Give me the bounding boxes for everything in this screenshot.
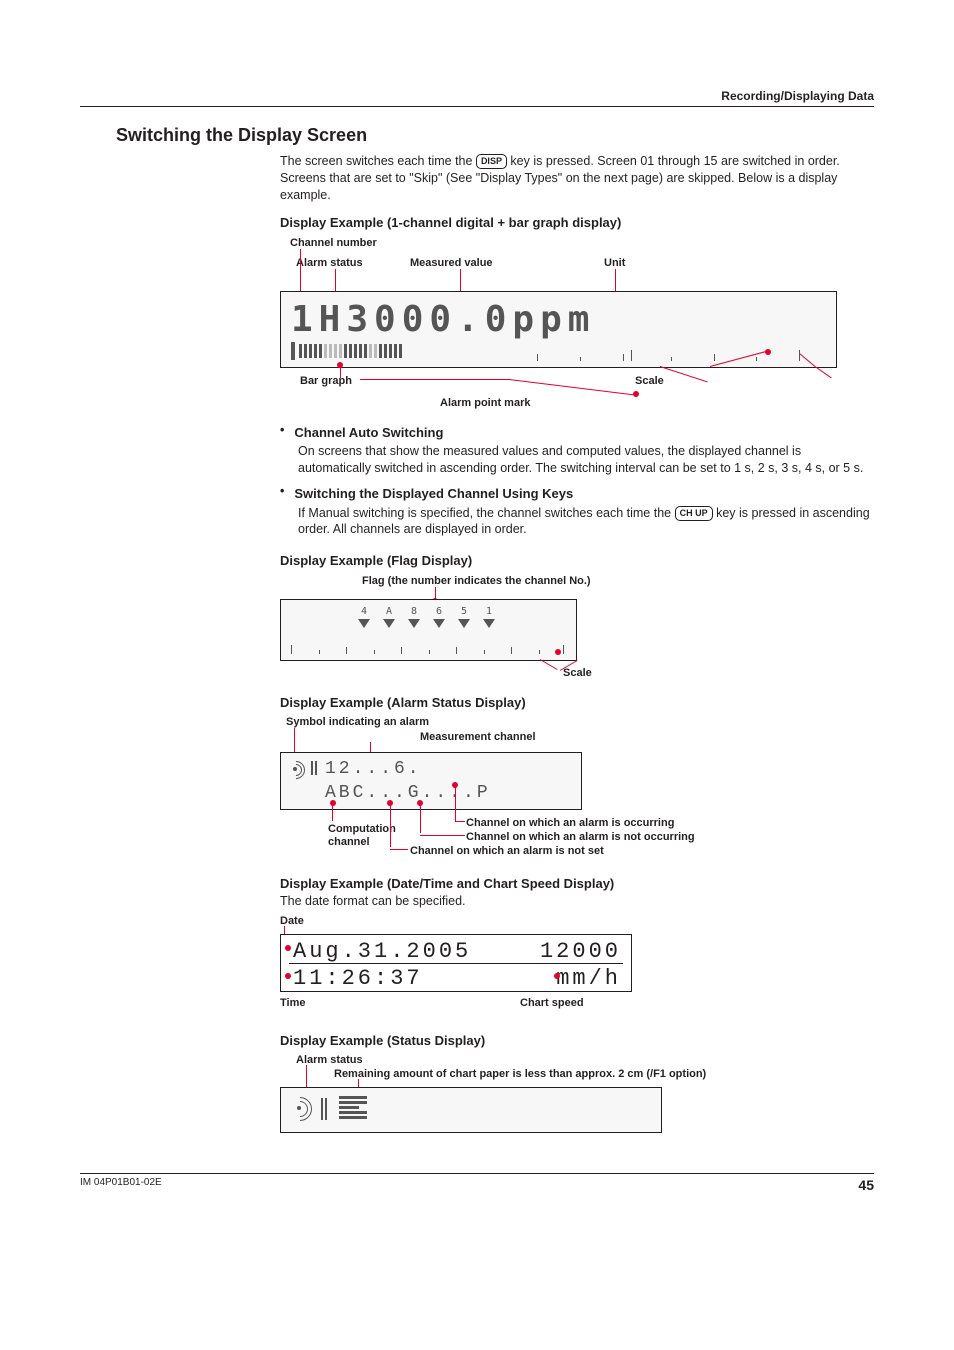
flag-num: 8 xyxy=(411,606,417,617)
label-chart-speed: Chart speed xyxy=(520,996,584,1011)
intro-paragraph: The screen switches each time the DISP k… xyxy=(280,153,870,204)
alarm-bell-icon xyxy=(287,761,305,779)
footer-doc-id: IM 04P01B01-02E xyxy=(80,1176,162,1195)
label-chart-paper: Remaining amount of chart paper is less … xyxy=(334,1067,706,1082)
ex1-heading: Display Example (1-channel digital + bar… xyxy=(280,214,870,232)
label-flag-scale: Scale xyxy=(563,666,592,681)
label-alarm-occurring: Channel on which an alarm is occurring xyxy=(466,816,674,831)
label-alarm-not-set: Channel on which an alarm is not set xyxy=(410,844,604,859)
ex1-diagram: Channel number Alarm status Measured val… xyxy=(280,236,840,416)
chup-key: CH UP xyxy=(675,506,713,521)
channel-auto-switching: • Channel Auto Switching xyxy=(280,424,870,442)
flag-diagram: Flag (the number indicates the channel N… xyxy=(280,574,580,684)
status-lcd xyxy=(280,1087,662,1133)
bullet-dot-icon: • xyxy=(280,424,284,442)
flag-num: 5 xyxy=(461,606,467,617)
label-measured-value: Measured value xyxy=(410,256,493,271)
flag-num: 6 xyxy=(436,606,442,617)
intro-pre: The screen switches each time the xyxy=(280,154,476,168)
ex1-lcd: 1H3000.0ppm xyxy=(280,291,837,368)
status-diagram: Alarm status Remaining amount of chart p… xyxy=(280,1053,840,1133)
key-switching: • Switching the Displayed Channel Using … xyxy=(280,485,870,503)
label-alarm-point-mark: Alarm point mark xyxy=(440,396,530,411)
flag-num: 4 xyxy=(361,606,367,617)
breadcrumb: Recording/Displaying Data xyxy=(80,88,874,107)
label-alarm-symbol: Symbol indicating an alarm xyxy=(286,715,429,730)
label-alarm-status: Alarm status xyxy=(296,256,363,271)
flag-lcd: 4 A 8 6 5 1 xyxy=(280,599,577,661)
label-alarm-not-occurring: Channel on which an alarm is not occurri… xyxy=(466,830,695,845)
label-channel-number: Channel number xyxy=(290,236,377,251)
datetime-sub: The date format can be specified. xyxy=(280,893,870,910)
disp-key: DISP xyxy=(476,154,507,169)
alarm-bell-icon xyxy=(291,1100,309,1118)
status-heading: Display Example (Status Display) xyxy=(280,1032,870,1050)
label-flag: Flag (the number indicates the channel N… xyxy=(362,574,591,589)
datetime-diagram: Date Aug.31.2005 12000 11:26:37 mm/h Tim… xyxy=(280,914,640,1022)
section-title: Switching the Display Screen xyxy=(116,123,874,147)
datetime-heading: Display Example (Date/Time and Chart Spe… xyxy=(280,875,870,893)
label-comp-l2: channel xyxy=(328,835,370,850)
label-scale: Scale xyxy=(635,374,664,389)
alarm-lcd: 12...6. ABC...G....P xyxy=(280,752,582,810)
page-footer: IM 04P01B01-02E 45 xyxy=(80,1173,874,1195)
bullet-dot-icon: • xyxy=(280,485,284,503)
alarm-row2: ABC...G....P xyxy=(325,781,491,805)
auto-switch-body: On screens that show the measured values… xyxy=(298,443,870,477)
speed-unit: mm/h xyxy=(556,964,621,992)
time-value: 11:26:37 xyxy=(293,964,423,992)
alarm-row1: 12...6. xyxy=(325,757,422,781)
key-switch-title: Switching the Displayed Channel Using Ke… xyxy=(294,485,573,503)
label-meas-channel: Measurement channel xyxy=(420,730,536,745)
label-time: Time xyxy=(280,996,305,1011)
ex1-lcd-readout: 1H3000.0ppm xyxy=(291,296,595,345)
datetime-lcd: Aug.31.2005 12000 11:26:37 mm/h xyxy=(280,934,632,992)
alarm-diagram: Symbol indicating an alarm Measurement c… xyxy=(280,715,800,865)
footer-page-number: 45 xyxy=(858,1176,874,1195)
flag-num: 1 xyxy=(486,606,492,617)
flag-heading: Display Example (Flag Display) xyxy=(280,552,870,570)
flag-num: A xyxy=(386,606,392,617)
key-switch-pre: If Manual switching is specified, the ch… xyxy=(298,506,675,520)
chart-paper-icon xyxy=(339,1096,367,1122)
key-switch-body: If Manual switching is specified, the ch… xyxy=(298,505,870,539)
label-bar-graph: Bar graph xyxy=(300,374,352,389)
scale-ticks-icon xyxy=(291,644,566,654)
alarm-heading: Display Example (Alarm Status Display) xyxy=(280,694,870,712)
auto-switch-title: Channel Auto Switching xyxy=(294,424,443,442)
